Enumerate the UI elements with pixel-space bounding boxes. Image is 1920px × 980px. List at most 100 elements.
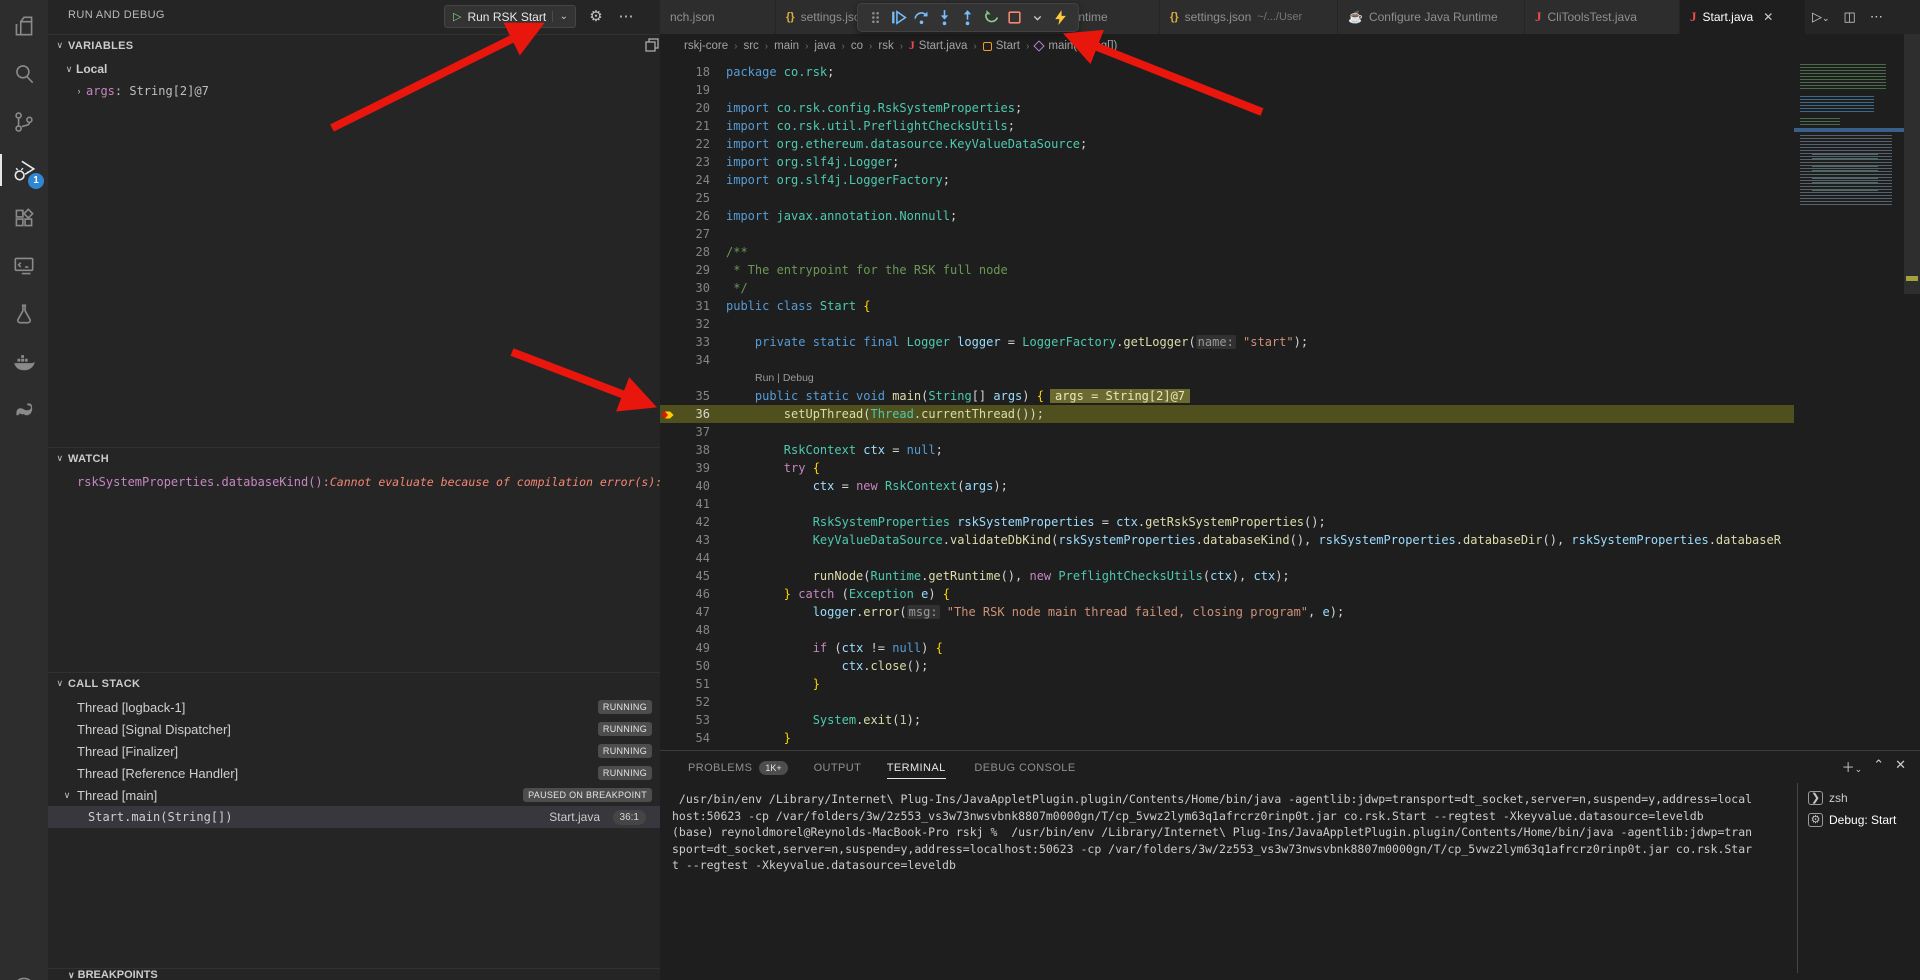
account-icon[interactable] <box>0 962 48 980</box>
call-stack-thread-thread-reference-handler[interactable]: Thread [Reference Handler]RUNNING <box>48 762 660 784</box>
codelens-run-debug[interactable]: Run | Debug <box>755 369 814 387</box>
remote-explorer-icon[interactable] <box>0 242 48 290</box>
panel-tab-debug-console[interactable]: DEBUG CONSOLE <box>974 757 1075 779</box>
breadcrumb-item-main-string[interactable]: main(String[]) <box>1048 40 1117 52</box>
tab-configure-java-runtime[interactable]: ☕Configure Java Runtime <box>1338 0 1525 34</box>
panel-tab-label: PROBLEMS <box>688 762 752 774</box>
minimap[interactable] <box>1794 34 1904 750</box>
breadcrumb-item-co[interactable]: co <box>851 40 863 52</box>
docker-icon[interactable] <box>0 338 48 386</box>
close-tab-icon[interactable]: ✕ <box>1763 10 1773 24</box>
breadcrumb-separator: › <box>805 41 808 52</box>
gradle-icon[interactable] <box>0 386 48 434</box>
call-stack-section-header[interactable]: ∨ CALL STACK <box>48 672 660 694</box>
panel-actions: ＋⌄ ⌃ ✕ <box>1842 757 1906 776</box>
line-text: RskContext ctx = null; <box>726 441 943 459</box>
editor-scrollbar[interactable] <box>1904 34 1920 294</box>
breadcrumb[interactable]: rskj-core›src›main›java›co›rsk›JStart.ja… <box>660 34 1920 58</box>
terminal-session-zsh[interactable]: ❯zsh <box>1798 787 1920 809</box>
more-editor-actions-icon[interactable]: ⋯ <box>1870 9 1883 25</box>
code-line-27: 27 <box>660 225 1794 243</box>
terminal-output[interactable]: /usr/bin/env /Library/Internet\ Plug-Ins… <box>672 791 1792 874</box>
terminal-session-debug-start[interactable]: ⚙Debug: Start <box>1798 809 1920 831</box>
variables-section-header[interactable]: ∨ VARIABLES <box>48 34 660 56</box>
variables-scope-local[interactable]: ∨ Local <box>48 58 660 80</box>
call-stack-thread-thread-signal-dispatcher[interactable]: Thread [Signal Dispatcher]RUNNING <box>48 718 660 740</box>
restart-icon[interactable] <box>983 9 1000 26</box>
code-line-28: 28/** <box>660 243 1794 261</box>
line-number: 33 <box>676 333 710 351</box>
watch-expression-row[interactable]: rskSystemProperties.databaseKind(): Cann… <box>48 471 660 493</box>
watch-section-header[interactable]: ∨ WATCH <box>48 447 660 469</box>
drag-handle-icon[interactable] <box>867 9 884 26</box>
breadcrumb-item-src[interactable]: src <box>743 40 758 52</box>
panel-tab-problems[interactable]: PROBLEMS1K+ <box>688 757 788 779</box>
line-number: 19 <box>676 81 710 99</box>
hot-code-replace-icon[interactable] <box>1052 9 1069 26</box>
panel-tab-terminal[interactable]: TERMINAL <box>887 757 946 779</box>
bottom-panel: PROBLEMS1K+ OUTPUT TERMINAL DEBUG CONSOLE ＋… <box>660 750 1920 980</box>
code-line-24: 24import org.slf4j.LoggerFactory; <box>660 171 1794 189</box>
breadcrumb-item-main[interactable]: main <box>774 40 799 52</box>
line-text: import javax.annotation.Nonnull; <box>726 207 957 225</box>
line-number: 25 <box>676 189 710 207</box>
tab-start-java[interactable]: JStart.java✕ <box>1680 0 1806 34</box>
line-number: 34 <box>676 351 710 369</box>
run-and-debug-icon[interactable]: 1 <box>0 146 48 194</box>
line-text: import co.rsk.util.PreflightChecksUtils; <box>726 117 1015 135</box>
call-stack-thread-thread-logback-1[interactable]: Thread [logback-1]RUNNING <box>48 696 660 718</box>
breadcrumb-item-start-java[interactable]: Start.java <box>919 40 968 52</box>
stop-chevron-icon[interactable] <box>1029 9 1046 26</box>
gear-icon[interactable]: ⚙ <box>586 7 606 25</box>
search-icon[interactable] <box>0 50 48 98</box>
tab-nch-json[interactable]: nch.json <box>660 0 776 34</box>
step-into-icon[interactable] <box>936 9 953 26</box>
call-stack-thread-thread-finalizer[interactable]: Thread [Finalizer]RUNNING <box>48 740 660 762</box>
new-terminal-icon[interactable]: ＋⌄ <box>1842 757 1863 776</box>
testing-icon[interactable] <box>0 290 48 338</box>
code-editor[interactable]: 18package co.rsk;1920import co.rsk.confi… <box>660 58 1794 750</box>
code-line-45: 45 runNode(Runtime.getRuntime(), new Pre… <box>660 567 1794 585</box>
tab-settings-json[interactable]: {}settings.json~/.../User <box>1160 0 1338 34</box>
step-out-icon[interactable] <box>959 9 976 26</box>
call-stack-thread-thread-main[interactable]: ∨Thread [main]PAUSED ON BREAKPOINT <box>48 784 660 806</box>
breadcrumb-item-rsk[interactable]: rsk <box>878 40 893 52</box>
call-stack-frame-start-main-string[interactable]: Start.main(String[])Start.java36:1 <box>48 806 660 828</box>
more-actions-icon[interactable]: ⋯ <box>616 7 636 25</box>
variable-row-args[interactable]: › args: String[2]@7 <box>48 80 660 102</box>
breadcrumb-item-start[interactable]: Start <box>996 40 1020 52</box>
copy-squares-icon[interactable] <box>645 38 659 52</box>
code-line-21: 21import co.rsk.util.PreflightChecksUtil… <box>660 117 1794 135</box>
step-over-icon[interactable] <box>913 9 930 26</box>
code-line-19: 19 <box>660 81 1794 99</box>
thread-status-badge: RUNNING <box>598 744 652 758</box>
code-line-31: 31public class Start { <box>660 297 1794 315</box>
extensions-icon[interactable] <box>0 194 48 242</box>
line-text: public class Start { <box>726 297 871 315</box>
code-line-35: 35 public static void main(String[] args… <box>660 387 1794 405</box>
continue-icon[interactable] <box>890 9 907 26</box>
run-file-icon[interactable]: ▷⌄ <box>1812 9 1830 25</box>
panel-tab-label: DEBUG CONSOLE <box>974 762 1075 774</box>
source-control-icon[interactable] <box>0 98 48 146</box>
chevron-down-icon[interactable]: ⌄ <box>552 11 575 22</box>
chevron-down-icon: ∨ <box>52 678 68 689</box>
panel-tab-output[interactable]: OUTPUT <box>814 757 862 779</box>
tab-clitoolstest-java[interactable]: JCliToolsTest.java <box>1525 0 1680 34</box>
line-text: ctx.close(); <box>726 657 928 675</box>
thread-label: Thread [Reference Handler] <box>77 766 238 781</box>
run-configuration-button[interactable]: ▷ Run RSK Start ⌄ <box>444 5 576 28</box>
breakpoints-section-header[interactable]: ∨ BREAKPOINTS <box>48 968 660 980</box>
split-editor-icon[interactable]: ◫ <box>1844 9 1856 25</box>
close-panel-icon[interactable]: ✕ <box>1895 757 1906 776</box>
maximize-panel-icon[interactable]: ⌃ <box>1873 757 1884 776</box>
breadcrumb-item-rskj-core[interactable]: rskj-core <box>684 40 728 52</box>
line-text: if (ctx != null) { <box>726 639 943 657</box>
stop-icon[interactable] <box>1006 9 1023 26</box>
line-number: 50 <box>676 657 710 675</box>
line-text: setUpThread(Thread.currentThread()); <box>726 405 1044 423</box>
code-line-22: 22import org.ethereum.datasource.KeyValu… <box>660 135 1794 153</box>
tab-label: settings.json <box>1185 10 1252 24</box>
breadcrumb-item-java[interactable]: java <box>814 40 835 52</box>
explorer-icon[interactable] <box>0 2 48 50</box>
